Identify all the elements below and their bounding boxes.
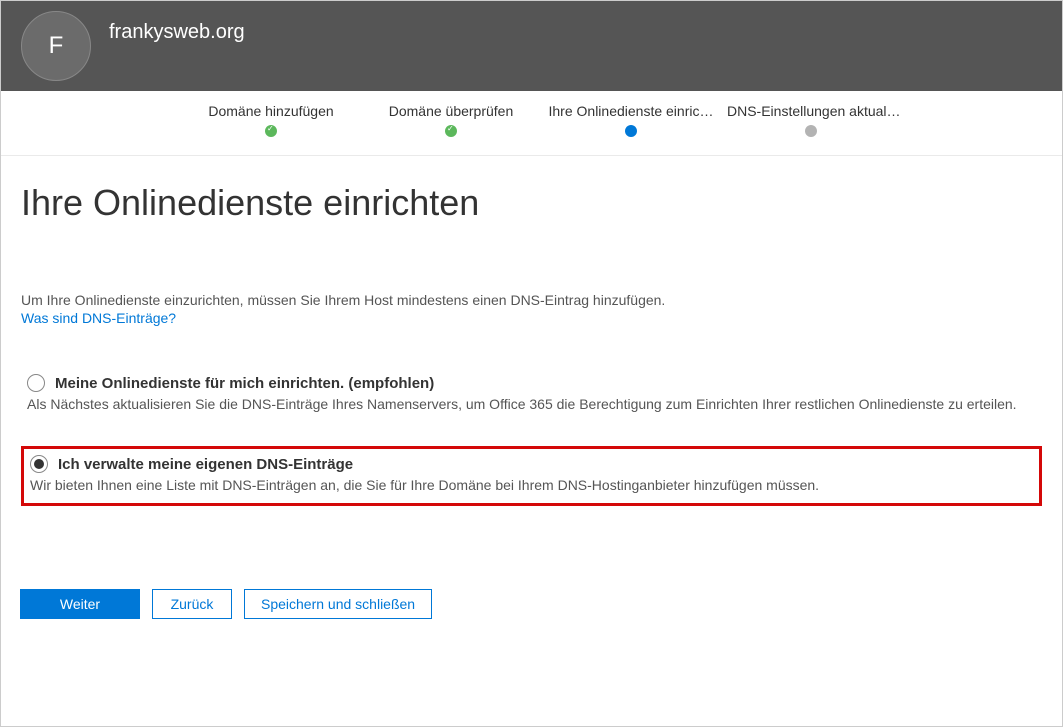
dot-current-icon [625,125,637,137]
avatar: F [21,11,91,81]
stepper-spacer [1,103,181,137]
step-label: Domäne überprüfen [367,103,535,119]
intro-text: Um Ihre Onlinedienste einzurichten, müss… [21,292,1042,308]
save-close-button[interactable]: Speichern und schließen [244,589,432,619]
check-icon [265,125,277,137]
step-dns-settings[interactable]: DNS-Einstellungen aktual… [721,103,901,137]
step-verify-domain[interactable]: Domäne überprüfen [361,103,541,137]
help-link[interactable]: Was sind DNS-Einträge? [21,310,176,326]
step-label: Ihre Onlinedienste einric… [547,103,715,119]
header-bar: F frankysweb.org [1,1,1062,91]
avatar-letter: F [49,32,64,60]
options-group: Meine Onlinedienste für mich einrichten.… [21,368,1042,506]
option-label: Ich verwalte meine eigenen DNS-Einträge [58,456,353,473]
check-icon [445,125,457,137]
step-add-domain[interactable]: Domäne hinzufügen [181,103,361,137]
stepper: Domäne hinzufügen Domäne überprüfen Ihre… [1,91,1062,156]
dot-pending-icon [805,125,817,137]
step-setup-services[interactable]: Ihre Onlinedienste einric… [541,103,721,137]
content-area: Ihre Onlinedienste einrichten Um Ihre On… [1,156,1062,550]
radio-row: Meine Onlinedienste für mich einrichten.… [27,374,1036,392]
option-manage-own-dns[interactable]: Ich verwalte meine eigenen DNS-Einträge … [21,446,1042,506]
radio-row: Ich verwalte meine eigenen DNS-Einträge [30,455,1033,473]
step-label: Domäne hinzufügen [187,103,355,119]
option-label: Meine Onlinedienste für mich einrichten.… [55,375,434,392]
option-setup-for-me[interactable]: Meine Onlinedienste für mich einrichten.… [21,368,1042,422]
option-description: Als Nächstes aktualisieren Sie die DNS-E… [27,396,1036,412]
page-title: Ihre Onlinedienste einrichten [21,182,1042,224]
domain-title: frankysweb.org [109,21,245,44]
step-label: DNS-Einstellungen aktual… [727,103,895,119]
radio-button[interactable] [30,455,48,473]
radio-button[interactable] [27,374,45,392]
back-button[interactable]: Zurück [152,589,232,619]
next-button[interactable]: Weiter [20,589,140,619]
button-row: Weiter Zurück Speichern und schließen [20,589,432,619]
option-description: Wir bieten Ihnen eine Liste mit DNS-Eint… [30,477,1033,493]
